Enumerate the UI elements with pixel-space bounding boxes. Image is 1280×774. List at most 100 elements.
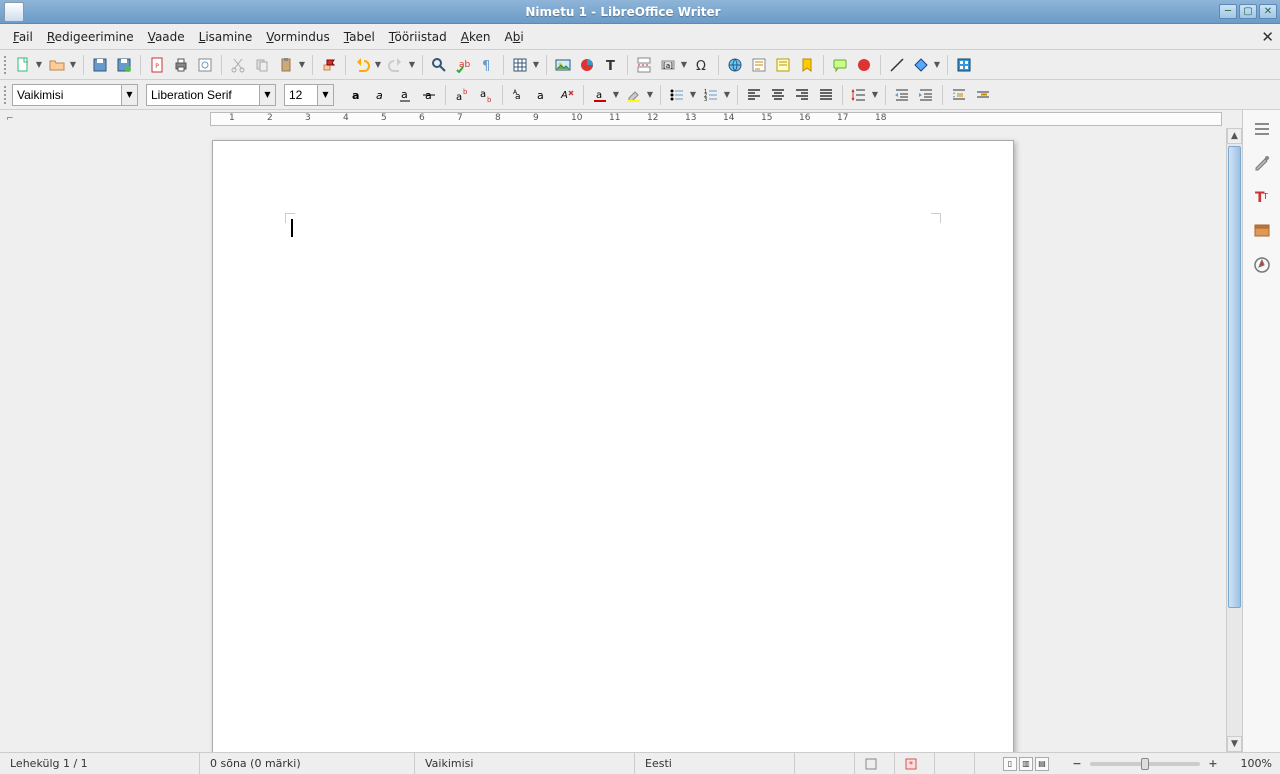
zoom-out-button[interactable]: − [1070,757,1084,770]
align-left-button[interactable] [743,84,765,106]
numbering-button[interactable]: 123 [700,84,722,106]
document-viewport[interactable] [0,128,1226,752]
highlight-dropdown[interactable]: ▼ [645,90,655,99]
navigator-panel-button[interactable] [1249,252,1275,278]
decrease-para-spacing-button[interactable] [972,84,994,106]
copy-button[interactable] [251,54,273,76]
menu-help[interactable]: Abi [498,28,531,46]
page[interactable] [212,140,1014,752]
save-as-button[interactable] [113,54,135,76]
subscript-button[interactable]: ab [475,84,497,106]
close-window-button[interactable]: ✕ [1259,4,1277,19]
page-status[interactable]: Lehekülg 1 / 1 [0,753,200,774]
font-size-input[interactable] [285,85,317,105]
zoom-percent[interactable]: 100% [1230,753,1280,774]
menu-insert[interactable]: Lisamine [192,28,260,46]
special-character-button[interactable]: Ω [691,54,713,76]
paste-button[interactable] [275,54,297,76]
undo-button[interactable] [351,54,373,76]
draw-functions-button[interactable] [953,54,975,76]
print-button[interactable] [170,54,192,76]
insert-field-dropdown[interactable]: ▼ [679,60,689,69]
scroll-track[interactable] [1227,144,1242,736]
basic-shapes-dropdown[interactable]: ▼ [932,60,942,69]
single-page-view-button[interactable]: ▯ [1003,757,1017,771]
insert-image-button[interactable] [552,54,574,76]
increase-indent-button[interactable] [891,84,913,106]
decrease-indent-button[interactable] [915,84,937,106]
align-right-button[interactable] [791,84,813,106]
cut-button[interactable] [227,54,249,76]
spellcheck-button[interactable]: ab [452,54,474,76]
basic-shapes-button[interactable] [910,54,932,76]
document-modified-status[interactable]: * [895,753,935,774]
formatting-marks-button[interactable]: ¶ [476,54,498,76]
insert-table-button[interactable] [509,54,531,76]
paragraph-style-combo[interactable]: ▼ [12,84,138,106]
paragraph-style-dropdown[interactable]: ▼ [121,85,137,105]
menu-file[interactable]: Fail [6,28,40,46]
export-pdf-button[interactable]: P [146,54,168,76]
increase-para-spacing-button[interactable] [948,84,970,106]
find-replace-button[interactable] [428,54,450,76]
scroll-down-button[interactable]: ▼ [1227,736,1242,752]
word-count-status[interactable]: 0 sõna (0 märki) [200,753,415,774]
lowercase-button[interactable]: a [532,84,554,106]
open-dropdown[interactable]: ▼ [68,60,78,69]
zoom-in-button[interactable]: + [1206,757,1220,770]
font-name-combo[interactable]: ▼ [146,84,276,106]
paste-dropdown[interactable]: ▼ [297,60,307,69]
strikethrough-button[interactable]: a [418,84,440,106]
track-changes-button[interactable] [853,54,875,76]
insert-table-dropdown[interactable]: ▼ [531,60,541,69]
horizontal-ruler[interactable]: 123456789101112131415161718 [210,112,1222,126]
gallery-panel-button[interactable] [1249,218,1275,244]
digital-signature-status[interactable] [935,753,975,774]
numbering-dropdown[interactable]: ▼ [722,90,732,99]
font-size-combo[interactable]: ▼ [284,84,334,106]
line-spacing-button[interactable] [848,84,870,106]
bullets-dropdown[interactable]: ▼ [688,90,698,99]
highlight-button[interactable] [623,84,645,106]
insert-line-button[interactable] [886,54,908,76]
menu-format[interactable]: Vormindus [259,28,336,46]
properties-panel-button[interactable] [1249,150,1275,176]
multi-page-view-button[interactable]: ▥ [1019,757,1033,771]
underline-button[interactable]: a [394,84,416,106]
footnote-button[interactable] [748,54,770,76]
scroll-up-button[interactable]: ▲ [1227,128,1242,144]
insert-comment-button[interactable] [829,54,851,76]
selection-mode-status[interactable] [855,753,895,774]
save-button[interactable] [89,54,111,76]
menu-tools[interactable]: Tööriistad [382,28,454,46]
insert-endnote-button[interactable] [772,54,794,76]
insert-mode-status[interactable] [795,753,855,774]
bold-button[interactable]: a [346,84,368,106]
line-spacing-dropdown[interactable]: ▼ [870,90,880,99]
superscript-button[interactable]: ab [451,84,473,106]
insert-field-button[interactable]: [a] [657,54,679,76]
sidebar-settings-button[interactable] [1249,116,1275,142]
font-size-dropdown[interactable]: ▼ [317,85,333,105]
menu-edit[interactable]: Redigeerimine [40,28,141,46]
italic-button[interactable]: a [370,84,392,106]
zoom-slider[interactable] [1090,762,1200,766]
insert-chart-button[interactable] [576,54,598,76]
font-name-dropdown[interactable]: ▼ [259,85,275,105]
page-style-status[interactable]: Vaikimisi [415,753,635,774]
align-center-button[interactable] [767,84,789,106]
menu-window[interactable]: Aken [454,28,498,46]
clone-formatting-button[interactable] [318,54,340,76]
paragraph-style-input[interactable] [13,85,121,105]
language-status[interactable]: Eesti [635,753,795,774]
redo-button[interactable] [385,54,407,76]
font-color-dropdown[interactable]: ▼ [611,90,621,99]
menu-table[interactable]: Tabel [337,28,382,46]
redo-dropdown[interactable]: ▼ [407,60,417,69]
scroll-thumb[interactable] [1228,146,1241,608]
book-view-button[interactable]: ▤ [1035,757,1049,771]
undo-dropdown[interactable]: ▼ [373,60,383,69]
clear-formatting-button[interactable]: A [556,84,578,106]
new-document-dropdown[interactable]: ▼ [34,60,44,69]
close-document-button[interactable]: ✕ [1261,28,1274,46]
